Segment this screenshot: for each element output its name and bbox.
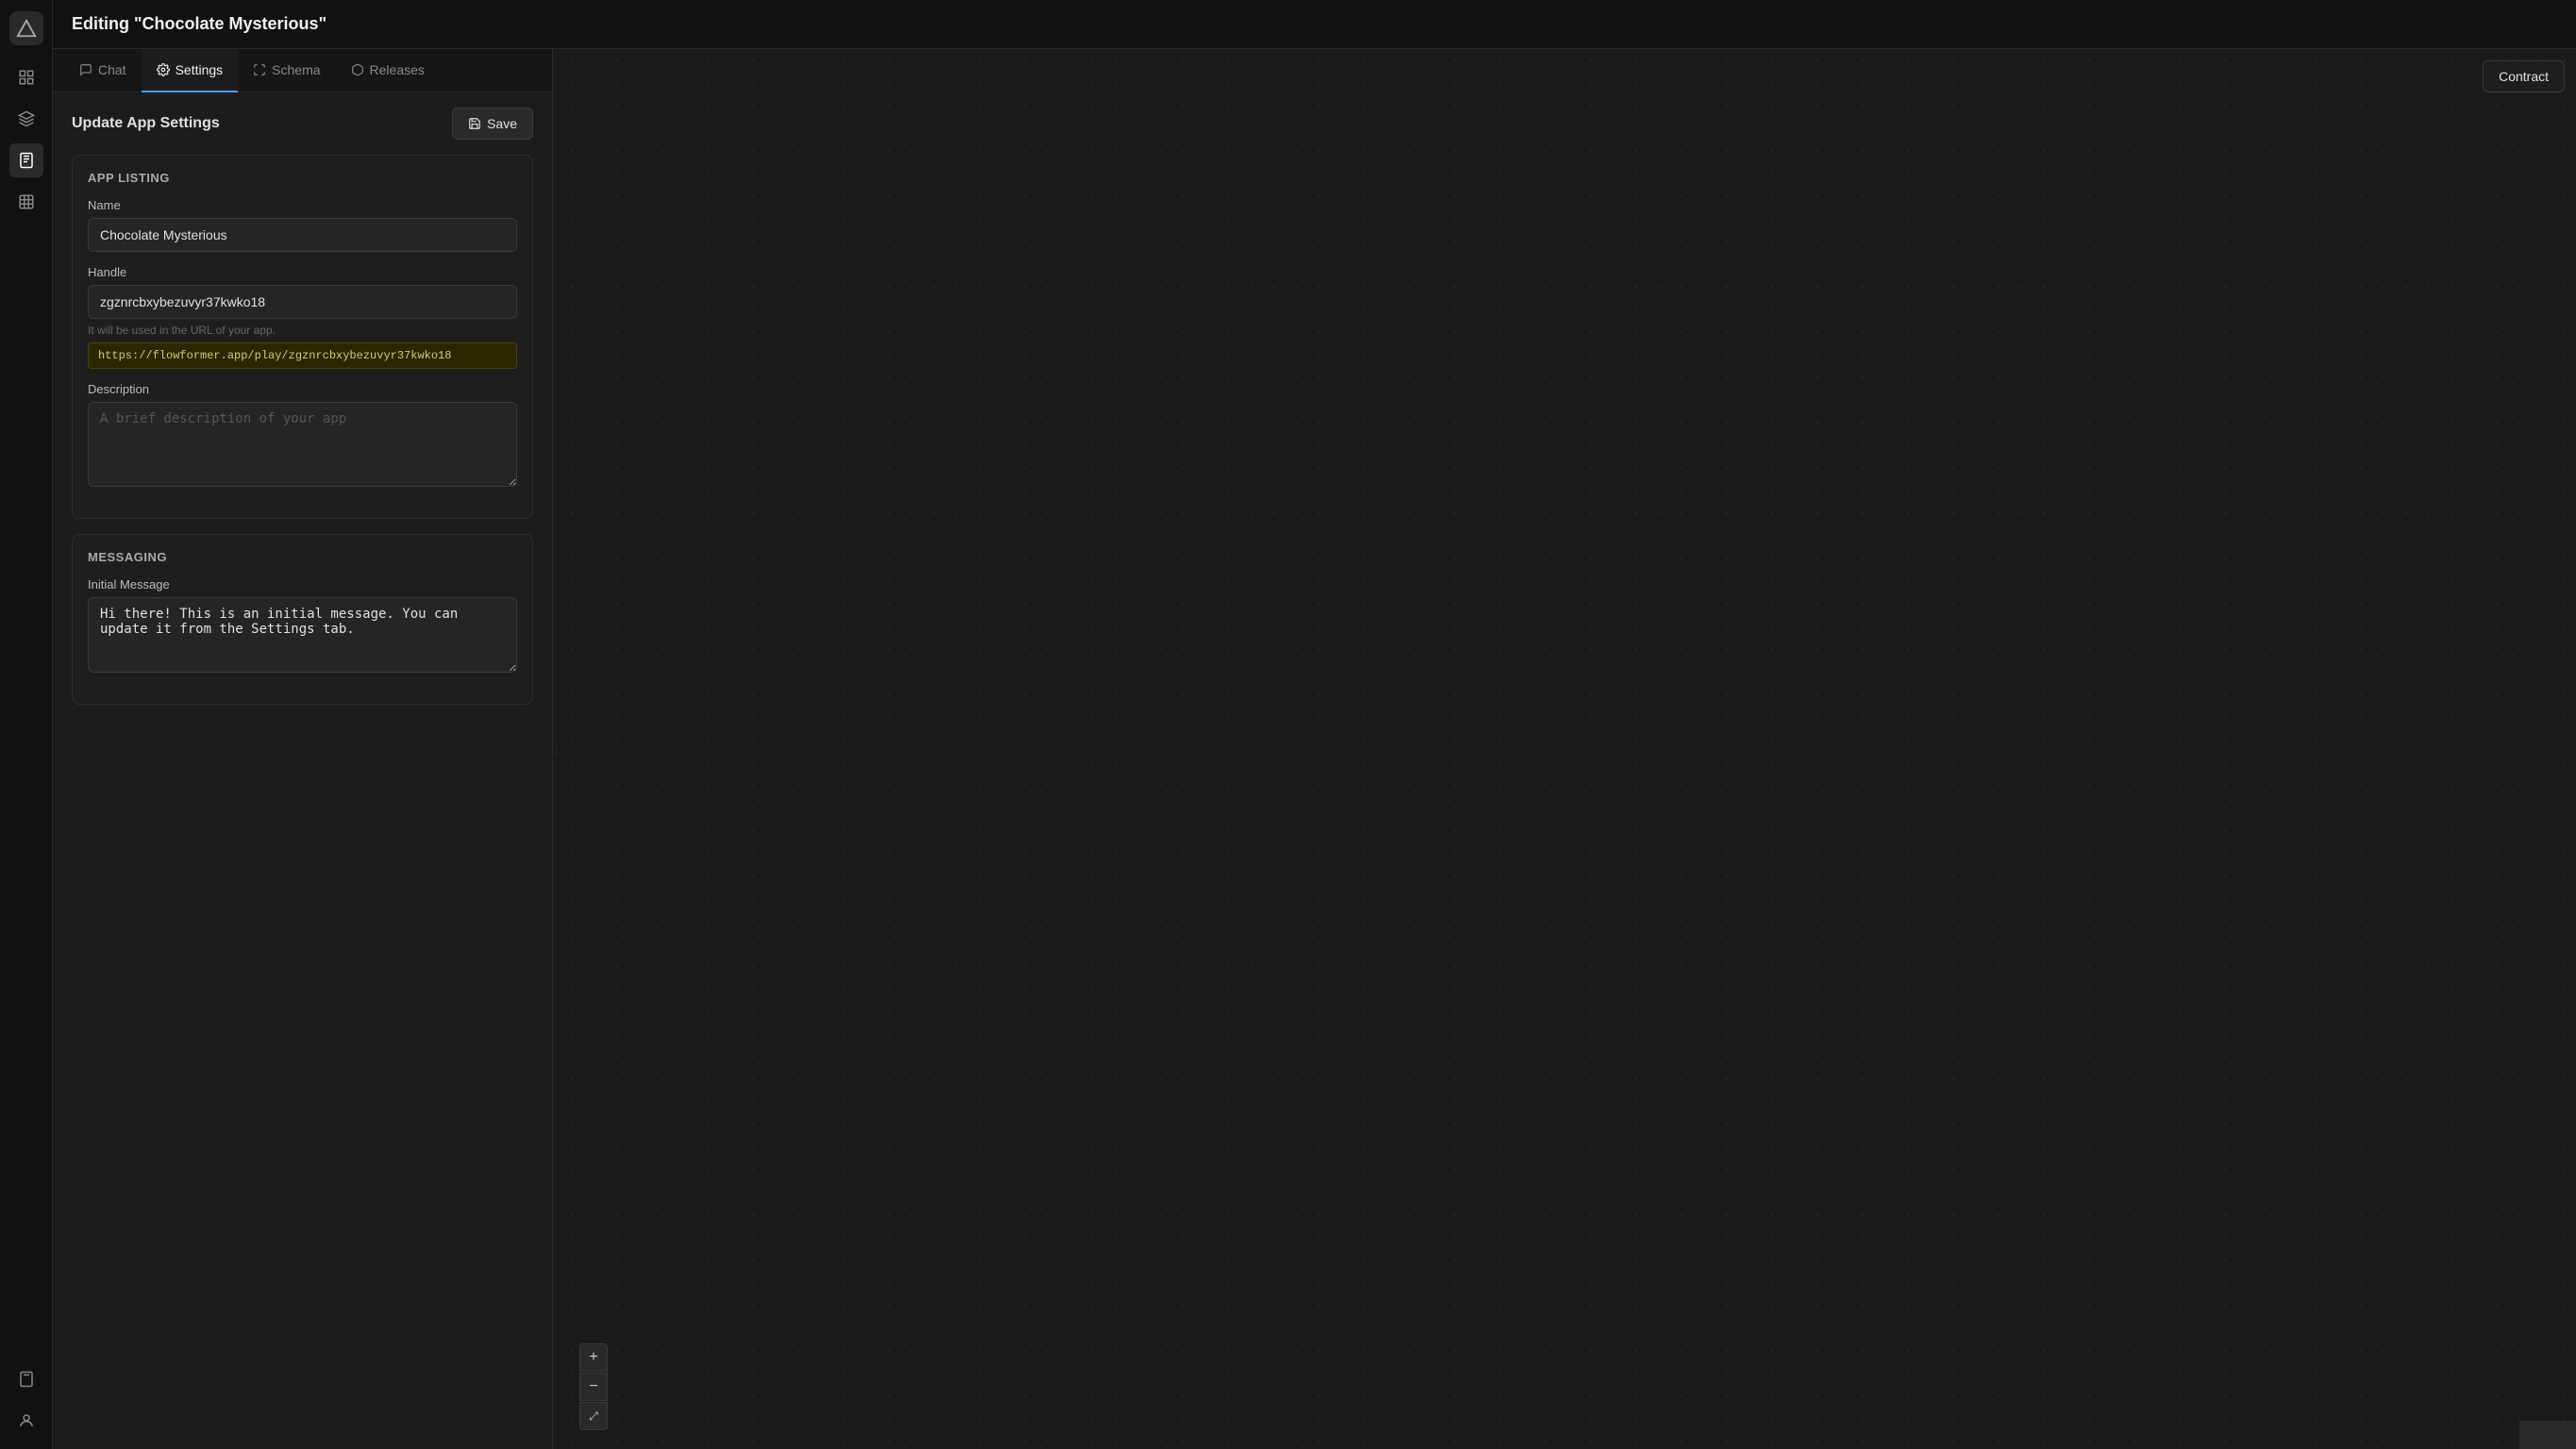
tab-schema-label: Schema [272,62,320,77]
initial-message-label: Initial Message [88,577,517,591]
zoom-out-button[interactable]: − [579,1373,608,1401]
contract-button[interactable]: Contract [2483,60,2565,92]
user-icon [18,1412,35,1429]
name-label: Name [88,198,517,212]
zoom-in-button[interactable]: + [579,1343,608,1372]
tab-chat[interactable]: Chat [64,49,142,92]
tab-schema[interactable]: Schema [238,49,335,92]
app-listing-section: App Listing Name Handle It will be used … [72,155,533,519]
logo-button[interactable] [9,11,43,45]
messaging-section: Messaging Initial Message Hi there! This… [72,534,533,705]
handle-url: https://flowformer.app/play/zgznrcbxybez… [88,342,517,369]
schema-icon [253,63,266,76]
update-header: Update App Settings Save [72,108,533,140]
tab-settings[interactable]: Settings [142,49,239,92]
messaging-title: Messaging [88,550,517,564]
tab-releases[interactable]: Releases [336,49,440,92]
zoom-controls: + − ⤢ [579,1343,608,1430]
handle-input[interactable] [88,285,517,319]
panel-content: Update App Settings Save App Listing Nam… [53,92,552,1449]
zoom-fit-button[interactable]: ⤢ [579,1402,608,1430]
handle-hint: It will be used in the URL of your app. [88,324,517,337]
sidebar-item-layers[interactable] [9,102,43,136]
app-listing-title: App Listing [88,171,517,185]
left-panel: Chat Settings Schema [53,49,553,1449]
tabs-bar: Chat Settings Schema [53,49,552,92]
grid-icon [18,69,35,86]
sidebar-item-table[interactable] [9,185,43,219]
triangle-icon [16,18,37,39]
canvas-area[interactable]: Contract + − ⤢ [560,49,2576,1449]
table-icon [18,193,35,210]
sidebar-item-page[interactable] [9,1362,43,1396]
settings-icon [157,63,170,76]
initial-message-textarea[interactable]: Hi there! This is an initial message. Yo… [88,597,517,673]
page-icon [18,1371,35,1388]
handle-label: Handle [88,265,517,279]
main-area: Editing "Chocolate Mysterious" Chat Sett… [53,0,2576,1449]
initial-message-field-group: Initial Message Hi there! This is an ini… [88,577,517,675]
name-field-group: Name [88,198,517,252]
sidebar-item-document[interactable] [9,143,43,177]
sidebar-item-user[interactable] [9,1404,43,1438]
document-icon [18,152,35,169]
update-title: Update App Settings [72,115,220,132]
content-area: Chat Settings Schema [53,49,2576,1449]
save-label: Save [487,116,517,131]
name-input[interactable] [88,218,517,252]
resize-handle[interactable]: ⋮ [553,49,560,1449]
page-title: Editing "Chocolate Mysterious" [72,14,326,34]
description-textarea[interactable] [88,402,517,487]
tab-settings-label: Settings [176,62,224,77]
sidebar-item-grid[interactable] [9,60,43,94]
corner-indicator [2519,1421,2576,1449]
layers-icon [18,110,35,127]
save-icon [468,117,481,130]
description-field-group: Description [88,382,517,490]
handle-field-group: Handle It will be used in the URL of you… [88,265,517,369]
tab-releases-label: Releases [370,62,425,77]
description-label: Description [88,382,517,396]
releases-icon [351,63,364,76]
chat-icon [79,63,92,76]
header: Editing "Chocolate Mysterious" [53,0,2576,49]
sidebar [0,0,53,1449]
save-button[interactable]: Save [452,108,533,140]
sidebar-bottom [9,1362,43,1438]
tab-chat-label: Chat [98,62,126,77]
